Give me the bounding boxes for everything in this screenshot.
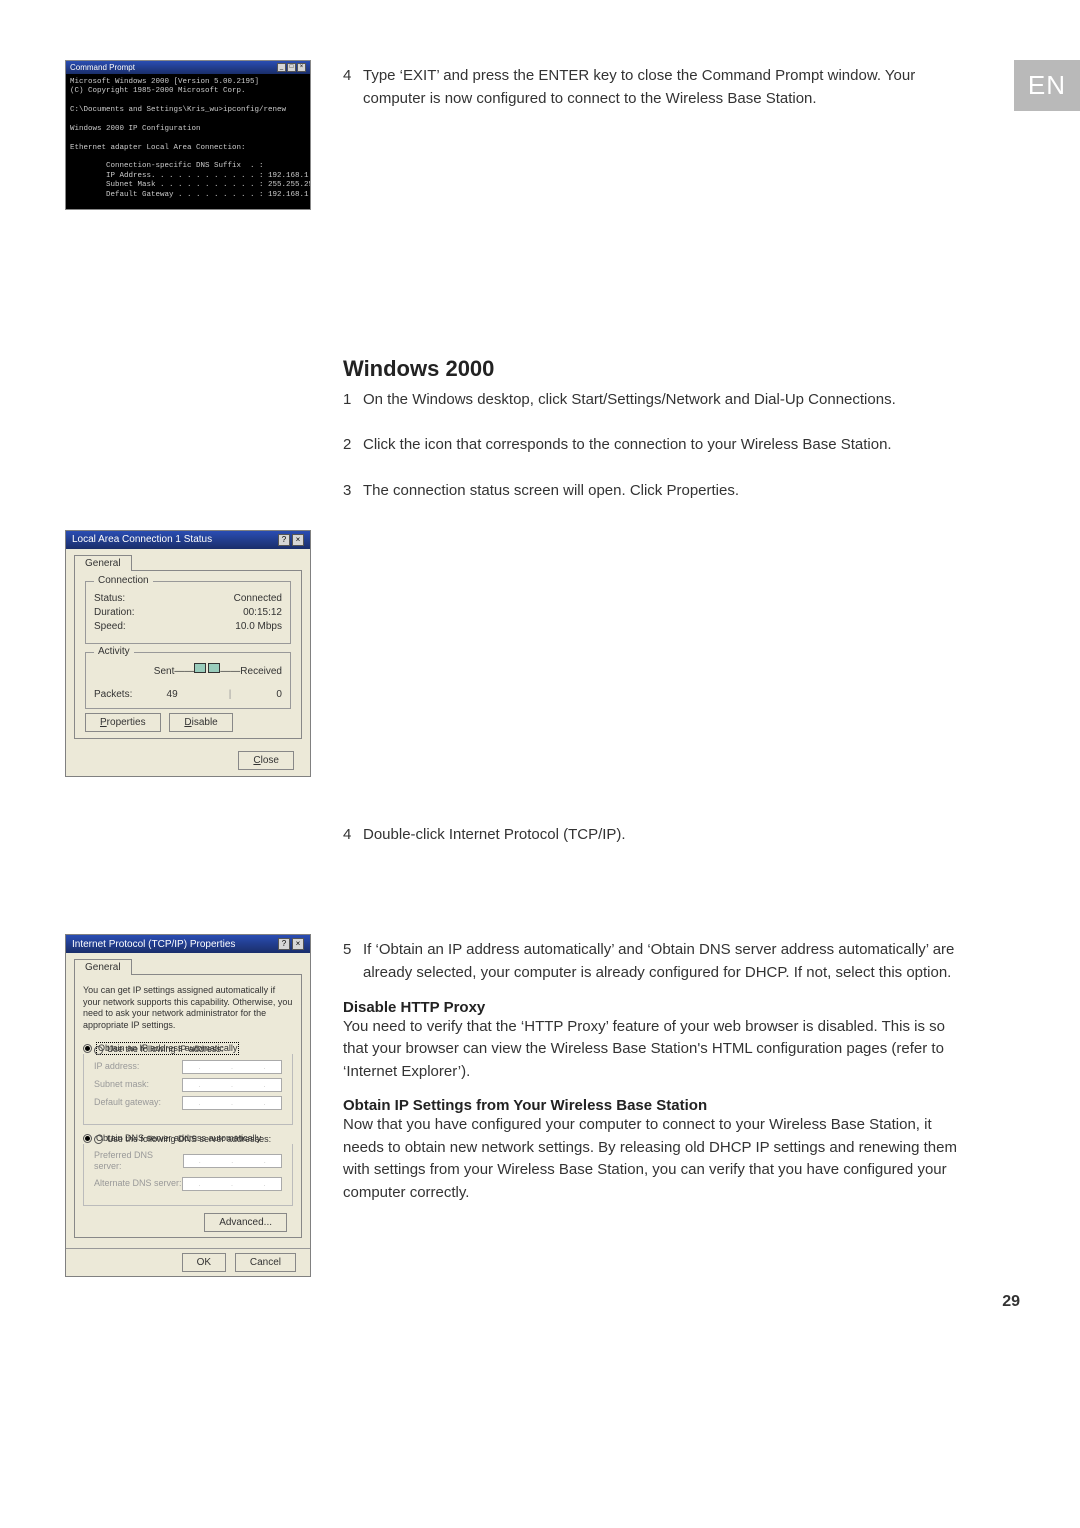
- dialog-title-text: Local Area Connection 1 Status: [72, 534, 212, 545]
- connection-status-dialog: Local Area Connection 1 Status ? × Gener…: [65, 530, 311, 777]
- step-text: Click the icon that corresponds to the c…: [363, 433, 960, 456]
- close-button[interactable]: Close: [238, 751, 294, 770]
- tab-general[interactable]: General: [74, 959, 132, 975]
- command-prompt-figure: Command Prompt _ □ × Microsoft Windows 2…: [65, 60, 311, 210]
- ip-address-input: ...: [182, 1060, 282, 1074]
- option-use-dns: Use the following DNS server addresses:: [107, 1134, 271, 1146]
- step-number: 4: [343, 64, 363, 111]
- tcpip-help-text: You can get IP settings assigned automat…: [83, 985, 293, 1032]
- tcpip-properties-dialog: Internet Protocol (TCP/IP) Properties ? …: [65, 934, 311, 1277]
- duration-label: Duration:: [94, 607, 135, 618]
- speed-label: Speed:: [94, 621, 126, 632]
- maximize-icon: □: [287, 63, 296, 72]
- step-text: Type ‘EXIT’ and press the ENTER key to c…: [363, 64, 960, 111]
- activity-icon: [194, 661, 220, 683]
- step-number: 5: [343, 938, 363, 985]
- language-tab: EN: [1014, 60, 1080, 111]
- status-value: Connected: [234, 593, 282, 604]
- group-connection-label: Connection: [94, 575, 153, 586]
- alt-dns-input: ...: [182, 1177, 282, 1191]
- subheading-obtain-ip: Obtain IP Settings from Your Wireless Ba…: [343, 1097, 960, 1114]
- properties-button[interactable]: Properties: [85, 713, 161, 732]
- subnet-label: Subnet mask:: [94, 1079, 149, 1091]
- step-number: 1: [343, 388, 363, 411]
- step-number: 4: [343, 823, 363, 846]
- close-icon: ×: [292, 534, 304, 546]
- cmd-title-text: Command Prompt: [70, 63, 135, 72]
- received-label: Received: [240, 666, 282, 677]
- page-number: 29: [1002, 1293, 1020, 1311]
- step-text: If ‘Obtain an IP address automatically’ …: [363, 938, 960, 985]
- cmd-output: Microsoft Windows 2000 [Version 5.00.219…: [66, 74, 310, 209]
- tab-general[interactable]: General: [74, 555, 132, 571]
- help-icon: ?: [278, 938, 290, 950]
- step-text: Double-click Internet Protocol (TCP/IP).: [363, 823, 960, 846]
- gateway-input: ...: [182, 1096, 282, 1110]
- alt-dns-label: Alternate DNS server:: [94, 1178, 182, 1190]
- cancel-button[interactable]: Cancel: [235, 1253, 296, 1272]
- disable-button[interactable]: Disable: [169, 713, 232, 732]
- packets-sent-value: 49: [167, 689, 178, 700]
- ip-address-label: IP address:: [94, 1061, 139, 1073]
- section-title-win2000: Windows 2000: [343, 356, 960, 382]
- packets-label: Packets:: [94, 689, 154, 700]
- pref-dns-label: Preferred DNS server:: [94, 1150, 183, 1173]
- advanced-button[interactable]: Advanced...: [204, 1213, 287, 1232]
- close-icon: ×: [297, 63, 306, 72]
- step-text: On the Windows desktop, click Start/Sett…: [363, 388, 960, 411]
- ok-button[interactable]: OK: [182, 1253, 226, 1272]
- dialog-titlebar: Local Area Connection 1 Status ? ×: [66, 531, 310, 549]
- option-use-ip: Use the following IP address:: [107, 1044, 223, 1056]
- close-icon: ×: [292, 938, 304, 950]
- packets-received-value: 0: [276, 689, 282, 700]
- duration-value: 00:15:12: [243, 607, 282, 618]
- step-number: 3: [343, 479, 363, 502]
- dialog-titlebar: Internet Protocol (TCP/IP) Properties ? …: [66, 935, 310, 953]
- paragraph-obtain-ip: Now that you have configured your comput…: [343, 1114, 960, 1204]
- speed-value: 10.0 Mbps: [235, 621, 282, 632]
- subheading-disable-proxy: Disable HTTP Proxy: [343, 999, 960, 1016]
- cmd-titlebar: Command Prompt _ □ ×: [66, 61, 310, 74]
- subnet-input: ...: [182, 1078, 282, 1092]
- step-text: The connection status screen will open. …: [363, 479, 960, 502]
- group-activity-label: Activity: [94, 646, 134, 657]
- sent-label: Sent: [154, 666, 175, 677]
- dialog-title-text: Internet Protocol (TCP/IP) Properties: [72, 939, 235, 950]
- step-number: 2: [343, 433, 363, 456]
- radio-use-ip[interactable]: [94, 1046, 103, 1055]
- status-label: Status:: [94, 593, 125, 604]
- minimize-icon: _: [277, 63, 286, 72]
- paragraph-disable-proxy: You need to verify that the ‘HTTP Proxy’…: [343, 1016, 960, 1084]
- help-icon: ?: [278, 534, 290, 546]
- pref-dns-input: ...: [183, 1154, 282, 1168]
- gateway-label: Default gateway:: [94, 1097, 161, 1109]
